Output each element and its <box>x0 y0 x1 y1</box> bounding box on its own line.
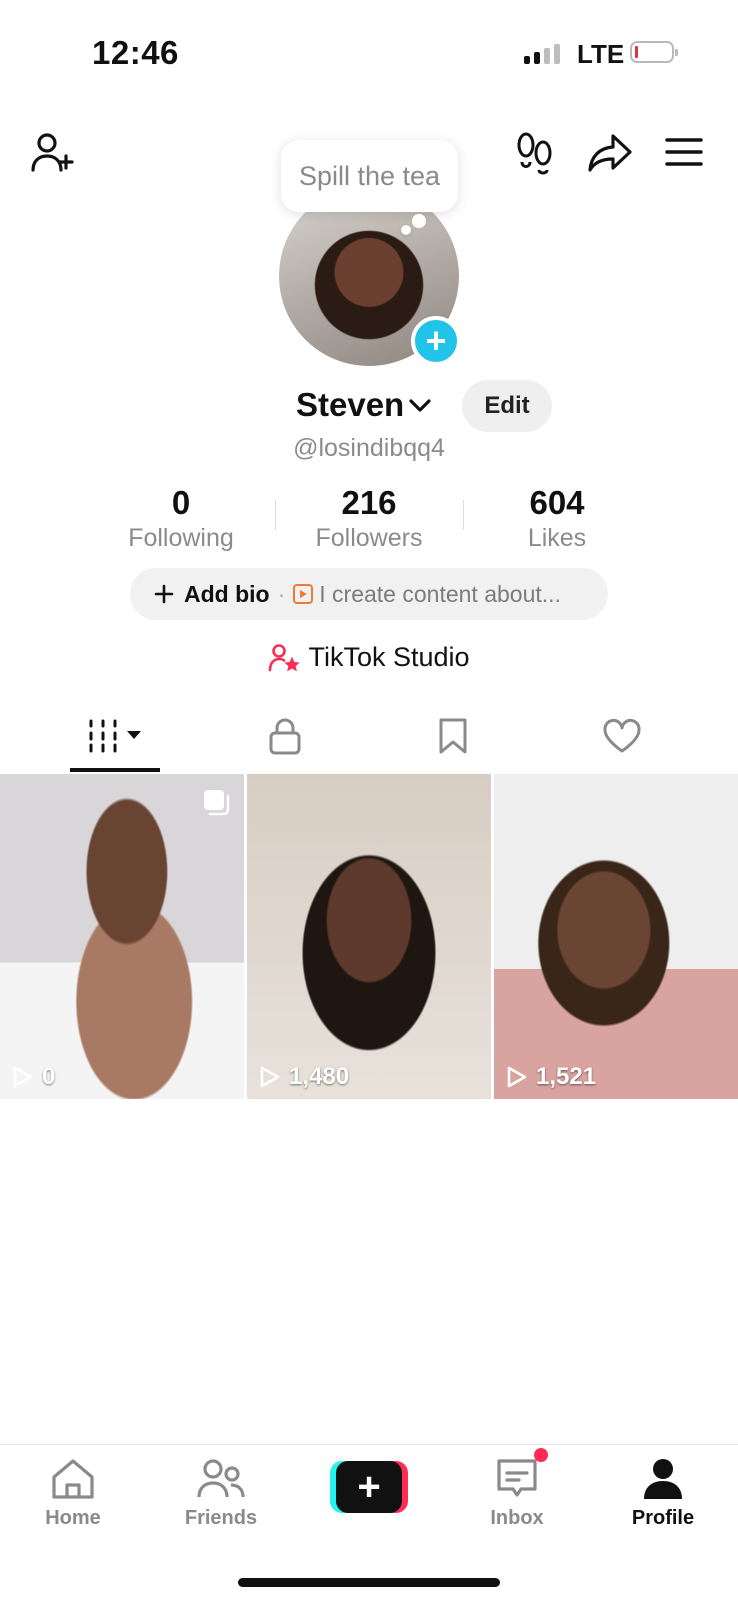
battery-icon <box>630 41 678 63</box>
tiktok-studio-link[interactable]: TikTok Studio <box>0 642 738 673</box>
nav-profile-label: Profile <box>631 1507 695 1529</box>
signal-icon <box>524 42 568 73</box>
display-name[interactable]: Steven <box>296 386 404 424</box>
share-icon[interactable] <box>586 130 634 176</box>
play-icon <box>260 1066 280 1088</box>
add-bio-button[interactable]: Add bio · I create content about... <box>130 568 608 620</box>
view-count-value: 1,521 <box>536 1063 597 1090</box>
status-time: 12:46 <box>92 34 179 71</box>
following-count: 0 <box>171 484 191 521</box>
nav-inbox[interactable]: Inbox <box>462 1457 572 1530</box>
content-tabs <box>0 700 738 772</box>
stat-following[interactable]: 0 Following <box>96 484 266 553</box>
tab-liked[interactable] <box>577 700 667 772</box>
home-indicator <box>238 1578 500 1587</box>
bio-separator: · <box>277 580 286 607</box>
nav-friends[interactable]: Friends <box>166 1457 276 1530</box>
menu-icon[interactable] <box>664 132 704 172</box>
tooltip-tail <box>412 214 426 228</box>
nav-home-label: Home <box>45 1507 101 1529</box>
likes-label: Likes <box>527 524 587 552</box>
followers-label: Followers <box>315 524 423 552</box>
plus-icon <box>154 584 174 604</box>
multi-photo-icon <box>204 790 230 816</box>
username-handle: @losindibqq4 <box>293 434 445 462</box>
lock-icon <box>269 718 301 755</box>
grid-icon <box>89 719 141 753</box>
create-button[interactable]: + <box>330 1461 408 1513</box>
home-icon <box>52 1459 94 1499</box>
add-bio-action: Add bio <box>154 581 270 608</box>
nav-home[interactable]: Home <box>18 1457 128 1530</box>
bookmark-icon <box>439 718 467 754</box>
play-icon <box>13 1066 33 1088</box>
stat-likes[interactable]: 604 Likes <box>472 484 642 553</box>
plus-icon: + <box>336 1461 402 1513</box>
view-count: 1,480 <box>257 1063 349 1091</box>
stat-divider <box>275 500 276 530</box>
add-bio-label: Add bio <box>184 580 270 607</box>
profile-icon <box>644 1459 682 1499</box>
tab-private[interactable] <box>240 700 330 772</box>
status-tooltip[interactable]: Spill the tea <box>281 140 458 212</box>
edit-profile-button[interactable]: Edit <box>462 380 552 432</box>
footprints-icon[interactable] <box>512 130 558 176</box>
video-thumbnail[interactable]: 0 <box>0 774 244 1099</box>
following-label: Following <box>128 524 234 552</box>
nav-friends-label: Friends <box>184 1507 258 1529</box>
stat-divider <box>463 500 464 530</box>
stat-followers[interactable]: 216 Followers <box>284 484 454 553</box>
video-play-icon <box>293 584 314 604</box>
view-count-value: 0 <box>42 1063 56 1090</box>
nav-profile[interactable]: Profile <box>608 1457 718 1530</box>
inbox-notification-badge <box>534 1448 548 1462</box>
bio-placeholder: I create content about... <box>319 580 561 607</box>
likes-count: 604 <box>529 484 585 521</box>
studio-label: TikTok Studio <box>308 642 470 672</box>
friends-icon <box>197 1459 245 1498</box>
add-photo-button[interactable]: + <box>411 316 461 366</box>
tooltip-tail-dot <box>401 225 411 235</box>
play-icon <box>507 1066 527 1088</box>
tab-videos[interactable] <box>70 700 160 772</box>
view-count: 0 <box>10 1063 55 1091</box>
nav-inbox-label: Inbox <box>490 1507 544 1529</box>
video-grid: 0 1,480 1,521 <box>0 774 738 1099</box>
inbox-icon <box>497 1459 537 1497</box>
video-thumbnail[interactable]: 1,480 <box>247 774 491 1099</box>
active-tab-indicator <box>70 768 160 772</box>
chevron-down-icon[interactable] <box>408 398 432 419</box>
video-thumbnail[interactable]: 1,521 <box>494 774 738 1099</box>
view-count: 1,521 <box>504 1063 596 1091</box>
followers-count: 216 <box>341 484 397 521</box>
network-type: LTE <box>577 39 625 69</box>
tab-saved[interactable] <box>408 700 498 772</box>
add-friend-icon[interactable] <box>30 130 76 176</box>
studio-icon <box>269 643 301 671</box>
heart-icon <box>603 719 641 753</box>
view-count-value: 1,480 <box>289 1063 350 1090</box>
